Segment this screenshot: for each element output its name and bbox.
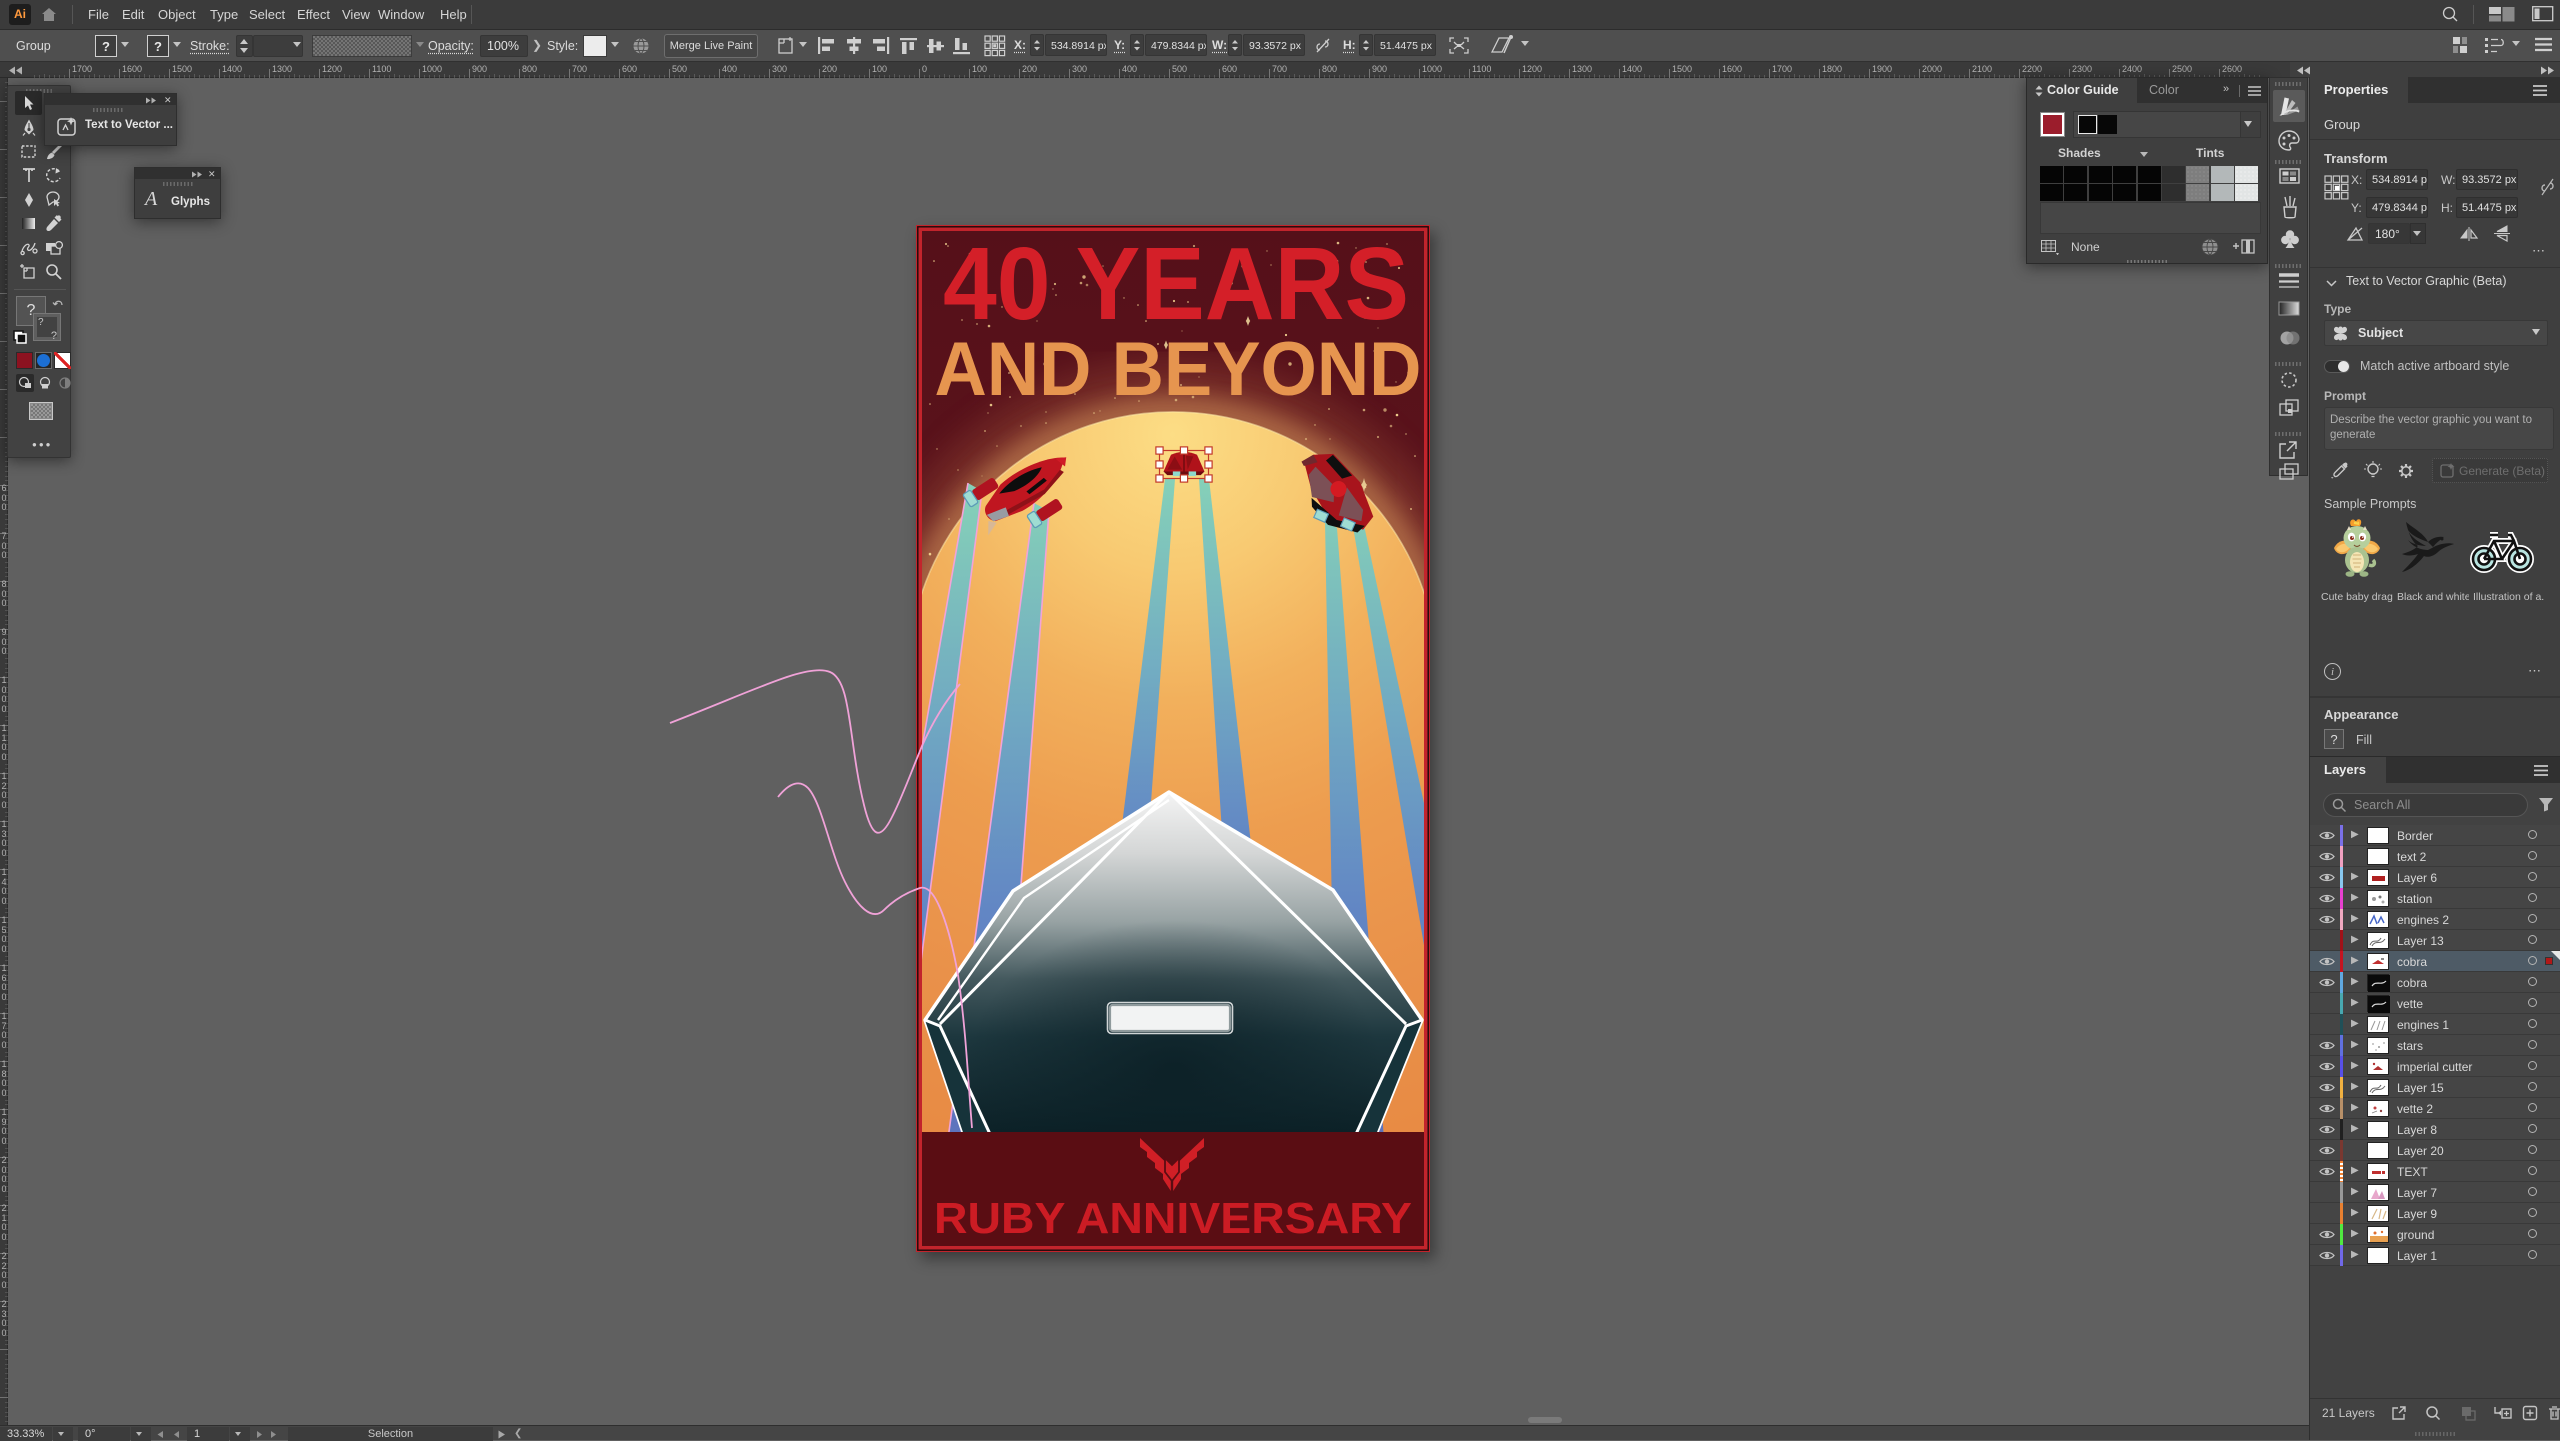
svg-text:RUBY ANNIVERSARY: RUBY ANNIVERSARY xyxy=(934,1195,1412,1243)
